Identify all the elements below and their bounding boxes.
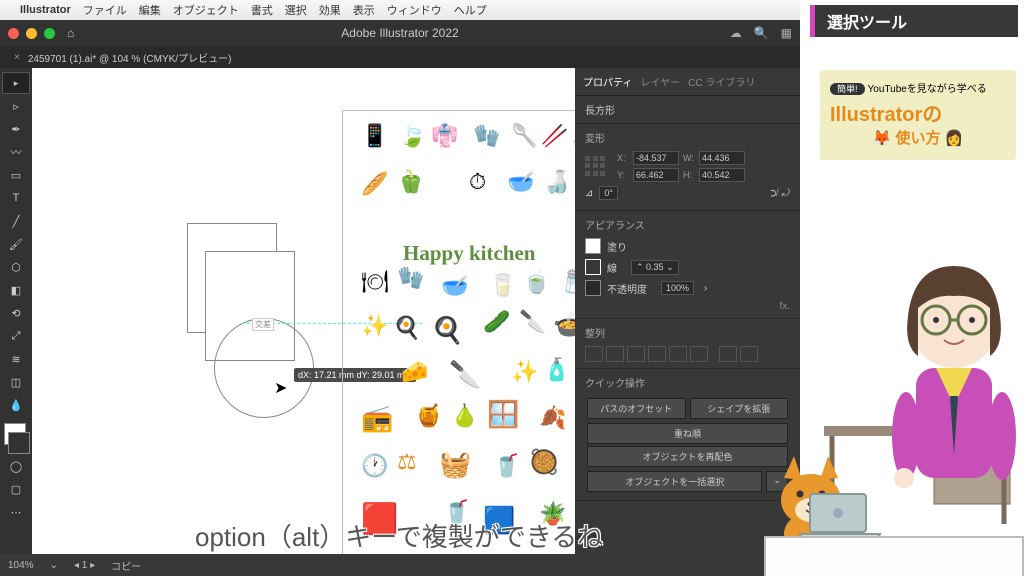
transform-section: 変形 X: W: Y: H: ⊿0° ⟉ ⤾ [575, 124, 800, 211]
appearance-section: アピアランス 塗り 線⌃ 0.35 ⌄ 不透明度100%› fx. [575, 211, 800, 319]
gradient-tool[interactable]: ◫ [2, 371, 30, 393]
menu-type[interactable]: 書式 [251, 2, 273, 18]
line-tool[interactable]: ╱ [2, 210, 30, 232]
artboard[interactable]: Happy kitchen 📱 🍃 👘 🧤 🥄 🥢 🍶 🧴 🥖 🫑 ⏱ 🥣 🍶 … [342, 110, 575, 554]
quick-title: クイック操作 [585, 375, 790, 390]
arrange-button[interactable]: 重ね順 [587, 423, 788, 444]
stroke-color[interactable] [585, 259, 601, 275]
mac-menubar[interactable]: Illustrator ファイル 編集 オブジェクト 書式 選択 効果 表示 ウ… [0, 0, 800, 20]
menu-edit[interactable]: 編集 [139, 2, 161, 18]
eraser-tool[interactable]: ◧ [2, 279, 30, 301]
menu-window[interactable]: ウィンドウ [387, 2, 442, 18]
shape-type: 長方形 [575, 96, 800, 124]
table-edge [764, 536, 1024, 576]
draw-mode[interactable]: ◯ [2, 455, 30, 477]
transform-w[interactable] [699, 151, 745, 165]
align-section: 整列 [575, 319, 800, 369]
intersect-label: 交差 [252, 318, 274, 331]
screen-mode[interactable]: ▢ [2, 478, 30, 500]
toolbar: ▸ ▹ ✒ 〰 ▭ T ╱ 🖌 ⬡ ◧ ⟲ ⤢ ≋ ◫ 💧 ◯ ▢ ⋯ [0, 68, 32, 554]
status-bar: 104%⌄ ◂ 1 ▸ コピー [0, 554, 800, 576]
align-buttons[interactable] [585, 346, 790, 362]
menu-help[interactable]: ヘルプ [454, 2, 487, 18]
appearance-title: アピアランス [585, 217, 790, 232]
close-tab-icon[interactable]: × [14, 52, 20, 63]
panel-tabs: プロパティ レイヤー CC ライブラリ [575, 68, 800, 96]
select-all-button[interactable]: オブジェクトを一括選択 [587, 471, 762, 492]
edit-toolbar[interactable]: ⋯ [2, 501, 30, 523]
document-tab[interactable]: × 2459701 (1).ai* @ 104 % (CMYK/プレビュー) [0, 46, 800, 68]
maximize-window-icon[interactable] [44, 28, 55, 39]
document-tab-label: 2459701 (1).ai* @ 104 % (CMYK/プレビュー) [28, 50, 232, 65]
search-icon[interactable]: 🔍 [754, 26, 769, 40]
menu-view[interactable]: 表示 [353, 2, 375, 18]
tab-properties[interactable]: プロパティ [583, 74, 632, 89]
expand-shape-button[interactable]: シェイプを拡張 [690, 398, 789, 419]
app-name[interactable]: Illustrator [20, 4, 71, 16]
stroke-width[interactable]: ⌃ 0.35 ⌄ [631, 260, 679, 275]
canvas[interactable]: 交差 ➤ dX: 17.21 mm dY: 29.01 mm Happy kit… [32, 68, 575, 554]
minimize-window-icon[interactable] [26, 28, 37, 39]
kitchen-icons: 📱 🍃 👘 🧤 🥄 🥢 🍶 🧴 🥖 🫑 ⏱ 🥣 🍶 🧊 🍽 🧤 🥣 🥛 🍵 [343, 111, 575, 554]
fill-color[interactable] [585, 238, 601, 254]
app-title: Adobe Illustrator 2022 [341, 26, 458, 40]
opacity-value[interactable]: 100% [661, 281, 694, 295]
scale-tool[interactable]: ⤢ [2, 325, 30, 347]
transform-title: 変形 [585, 130, 790, 145]
fx-icon[interactable]: fx. [585, 301, 790, 312]
tab-layers[interactable]: レイヤー [640, 74, 680, 89]
rotate-angle[interactable]: 0° [599, 186, 618, 200]
selection-tool[interactable]: ▸ [2, 72, 30, 94]
anchor-selector[interactable] [585, 156, 607, 178]
rotate-tool[interactable]: ⟲ [2, 302, 30, 324]
cloud-icon[interactable]: ☁ [730, 26, 742, 40]
close-window-icon[interactable] [8, 28, 19, 39]
brush-tool[interactable]: 🖌 [2, 233, 30, 255]
curvature-tool[interactable]: 〰 [2, 141, 30, 163]
offset-path-button[interactable]: パスのオフセット [587, 398, 686, 419]
home-icon[interactable]: ⌂ [67, 26, 74, 40]
direct-selection-tool[interactable]: ▹ [2, 95, 30, 117]
transform-y[interactable] [633, 168, 679, 182]
promo-badge: 簡単! [830, 83, 865, 95]
eyedropper-tool[interactable]: 💧 [2, 394, 30, 416]
opacity-swatch[interactable] [585, 280, 601, 296]
align-title: 整列 [585, 325, 790, 340]
menu-object[interactable]: オブジェクト [173, 2, 239, 18]
shape-builder-tool[interactable]: ⬡ [2, 256, 30, 278]
menu-file[interactable]: ファイル [83, 2, 127, 18]
arrange-icon[interactable]: ▦ [781, 26, 792, 40]
tutorial-sidebar: 選択ツール 簡単!YouTubeを見ながら学べる Illustratorの 🦊使… [800, 0, 1024, 576]
menu-effect[interactable]: 効果 [319, 2, 341, 18]
recolor-button[interactable]: オブジェクトを再配色 [587, 446, 788, 467]
transform-h[interactable] [699, 168, 745, 182]
status-mode: コピー [111, 558, 141, 573]
transform-x[interactable] [633, 151, 679, 165]
promo-card: 簡単!YouTubeを見ながら学べる Illustratorの 🦊使い方👩 [820, 70, 1016, 160]
topic-banner: 選択ツール [810, 5, 1018, 37]
pen-tool[interactable]: ✒ [2, 118, 30, 140]
menu-select[interactable]: 選択 [285, 2, 307, 18]
tab-cclib[interactable]: CC ライブラリ [688, 74, 755, 89]
stroke-swatch[interactable] [8, 432, 30, 454]
width-tool[interactable]: ≋ [2, 348, 30, 370]
rectangle-tool[interactable]: ▭ [2, 164, 30, 186]
window-titlebar: ⌂ Adobe Illustrator 2022 ☁ 🔍 ▦ [0, 20, 800, 46]
zoom-level[interactable]: 104% [8, 560, 34, 571]
type-tool[interactable]: T [2, 187, 30, 209]
subtitle-caption: option（alt）キーで複製ができるね [195, 517, 603, 554]
cursor-icon: ➤ [274, 378, 287, 398]
